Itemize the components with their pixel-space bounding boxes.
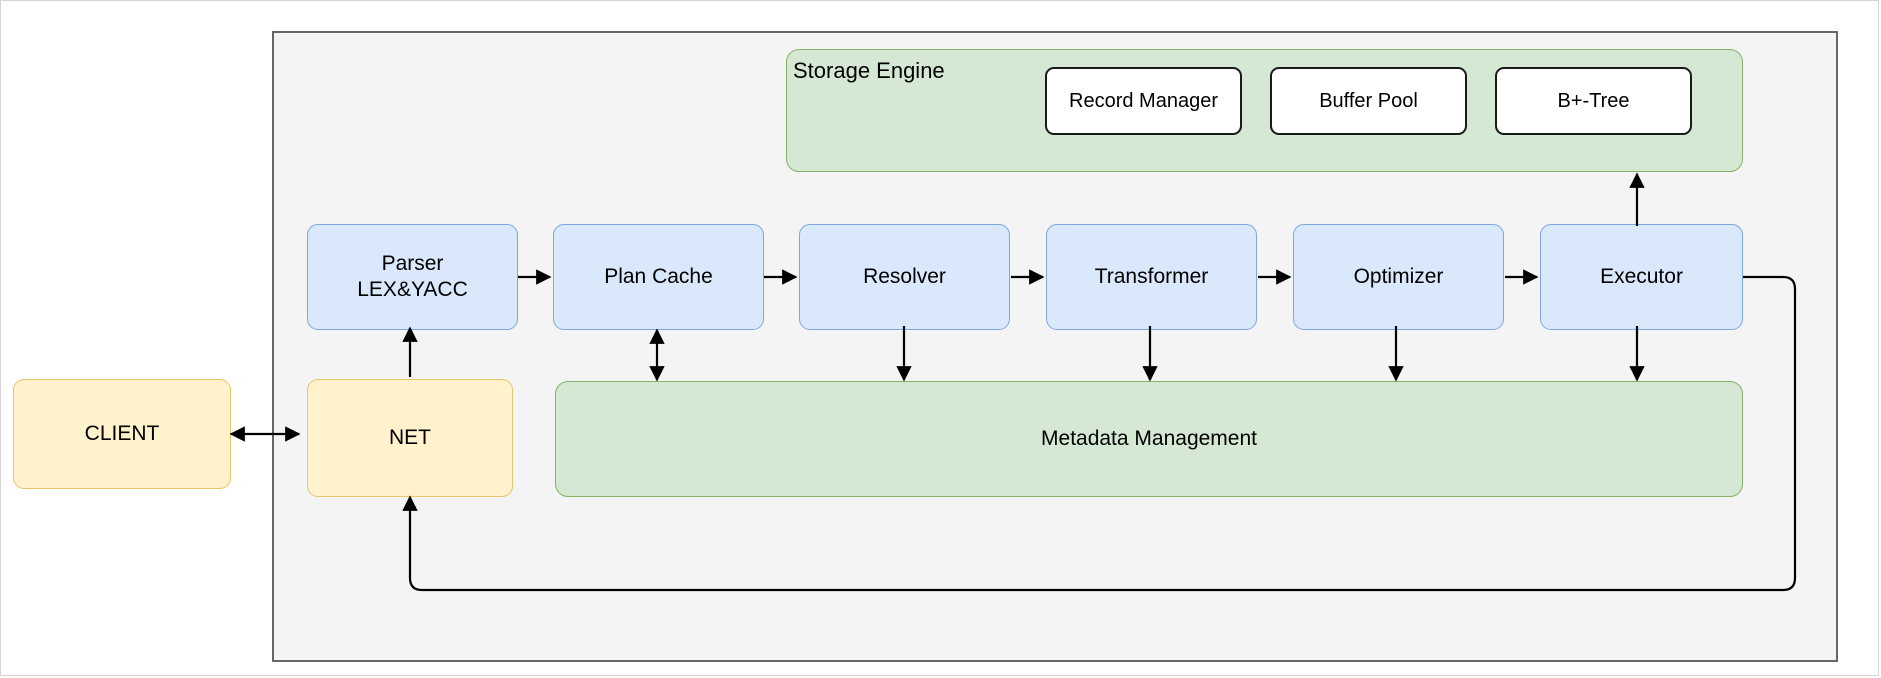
metadata-management-node[interactable]: Metadata Management	[555, 381, 1743, 497]
resolver-label: Resolver	[863, 265, 946, 289]
record-manager-node[interactable]: Record Manager	[1045, 67, 1242, 135]
pipeline-stage-executor[interactable]: Executor	[1540, 224, 1743, 330]
pipeline-stage-optimizer[interactable]: Optimizer	[1293, 224, 1504, 330]
btree-label: B+-Tree	[1557, 89, 1630, 112]
btree-node[interactable]: B+-Tree	[1495, 67, 1692, 135]
net-label: NET	[389, 426, 431, 450]
pipeline-stage-parser[interactable]: Parser LEX&YACC	[307, 224, 518, 330]
buffer-pool-node[interactable]: Buffer Pool	[1270, 67, 1467, 135]
storage-engine-label: Storage Engine	[793, 58, 945, 83]
client-node[interactable]: CLIENT	[13, 379, 231, 489]
pipeline-stage-resolver[interactable]: Resolver	[799, 224, 1010, 330]
transformer-label: Transformer	[1094, 265, 1209, 289]
pipeline-stage-transformer[interactable]: Transformer	[1046, 224, 1257, 330]
diagram-canvas: CLIENT NET Storage Engine Record Manager…	[0, 0, 1881, 678]
net-node[interactable]: NET	[307, 379, 513, 497]
plan-cache-label: Plan Cache	[604, 265, 713, 289]
optimizer-label: Optimizer	[1353, 265, 1444, 289]
record-manager-label: Record Manager	[1069, 89, 1218, 112]
metadata-management-label: Metadata Management	[1041, 427, 1257, 451]
client-label: CLIENT	[84, 422, 160, 446]
pipeline-stage-plan-cache[interactable]: Plan Cache	[553, 224, 764, 330]
executor-label: Executor	[1600, 265, 1683, 289]
parser-label-line2: LEX&YACC	[357, 278, 468, 301]
buffer-pool-label: Buffer Pool	[1319, 89, 1418, 112]
parser-label-line1: Parser	[381, 252, 444, 276]
